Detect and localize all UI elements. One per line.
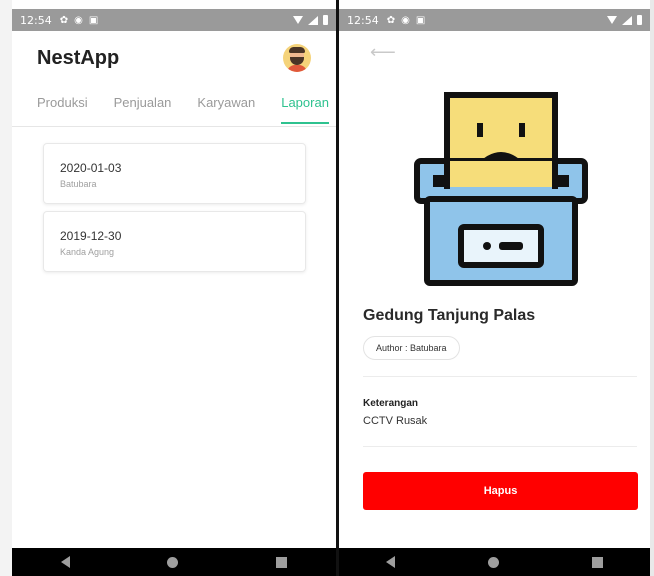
- report-card[interactable]: 2020-01-03 Batubara: [43, 143, 306, 204]
- keterangan-value: CCTV Rusak: [363, 415, 428, 427]
- report-card[interactable]: 2019-12-30 Kanda Agung: [43, 211, 306, 272]
- app-header: NestApp: [12, 31, 336, 73]
- wifi-icon: [607, 16, 617, 24]
- tab-penjualan[interactable]: Penjualan: [114, 93, 172, 126]
- tab-produksi[interactable]: Produksi: [37, 93, 88, 126]
- background-strip: [650, 0, 654, 576]
- arrow-left-icon[interactable]: ⟵: [370, 42, 396, 63]
- report-author: Kanda Agung: [60, 247, 115, 257]
- battery-icon: [637, 15, 642, 25]
- app-title: NestApp: [37, 46, 120, 69]
- nav-home-icon[interactable]: [487, 556, 499, 568]
- report-author: Batubara: [60, 179, 97, 189]
- keterangan-label: Keterangan: [363, 398, 419, 409]
- background-strip: [0, 0, 12, 576]
- report-date: 2020-01-03: [60, 161, 122, 175]
- nav-back-icon[interactable]: [60, 556, 70, 568]
- status-bar: 12:54 ✿ ◉ ▣: [12, 9, 336, 31]
- report-detail-screen: 12:54 ✿ ◉ ▣ ⟵ Gedung Tanjung Palas Autho…: [339, 9, 650, 576]
- settings-icon: ✿: [386, 14, 396, 26]
- tab-karyawan[interactable]: Karyawan: [197, 93, 255, 126]
- settings-icon: ✿: [59, 14, 69, 26]
- app-notification-icon: ◉: [401, 14, 410, 26]
- empty-box-illustration: [413, 91, 589, 292]
- system-nav-bar: [12, 548, 336, 576]
- nav-recent-icon[interactable]: [592, 556, 604, 568]
- status-time: 12:54: [20, 13, 52, 27]
- battery-icon: [323, 15, 328, 25]
- report-list-screen: 12:54 ✿ ◉ ▣ NestApp Produksi Penjualan K…: [12, 9, 336, 576]
- sad-paper-box-icon: [414, 92, 588, 286]
- wifi-icon: [293, 16, 303, 24]
- nav-recent-icon[interactable]: [276, 556, 288, 568]
- system-nav-bar: [339, 548, 650, 576]
- report-date: 2019-12-30: [60, 229, 122, 243]
- nav-home-icon[interactable]: [167, 556, 179, 568]
- tab-bar: Produksi Penjualan Karyawan Laporan: [12, 93, 336, 127]
- report-title: Gedung Tanjung Palas: [363, 307, 536, 324]
- report-list: 2020-01-03 Batubara 2019-12-30 Kanda Agu…: [12, 127, 336, 272]
- nav-back-icon[interactable]: [385, 556, 395, 568]
- signal-icon: [622, 15, 632, 25]
- image-notification-icon: ▣: [415, 14, 426, 26]
- image-notification-icon: ▣: [88, 14, 99, 26]
- delete-button[interactable]: Hapus: [363, 472, 638, 510]
- divider: [363, 376, 637, 377]
- app-notification-icon: ◉: [74, 14, 83, 26]
- divider: [363, 446, 637, 447]
- avatar[interactable]: [283, 44, 311, 72]
- status-bar: 12:54 ✿ ◉ ▣: [339, 9, 650, 31]
- status-time: 12:54: [347, 13, 379, 27]
- author-chip: Author : Batubara: [363, 336, 460, 360]
- signal-icon: [308, 15, 318, 25]
- tab-laporan[interactable]: Laporan: [281, 93, 329, 126]
